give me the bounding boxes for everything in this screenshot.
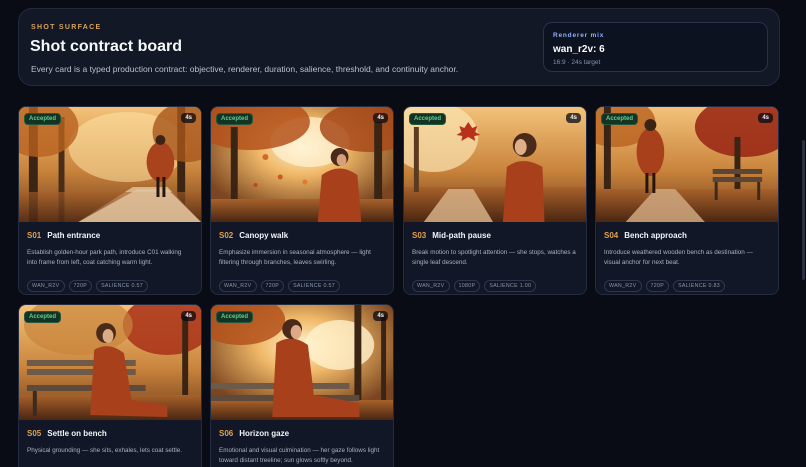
salience-chip: SALIENCE 0.83 (673, 280, 725, 292)
status-badge: Accepted (24, 311, 62, 323)
salience-chip: SALIENCE 0.57 (96, 280, 148, 292)
status-badge: Accepted (409, 113, 447, 125)
renderer-chip: WAN_R2V (412, 280, 450, 292)
shot-description: Introduce weathered wooden bench as dest… (604, 249, 753, 266)
shot-thumbnail: Accepted 4s (211, 305, 393, 420)
duration-badge: 4s (181, 311, 196, 321)
renderer-mix-target: 16:9 · 24s target (553, 59, 601, 66)
shot-name: Settle on bench (47, 429, 107, 438)
status-badge: Accepted (24, 113, 62, 125)
shot-id: S06 (219, 429, 234, 438)
resolution-chip: 1080P (453, 280, 481, 292)
shot-title: S03 Mid-path pause (412, 231, 578, 240)
shot-id: S03 (412, 231, 427, 240)
duration-badge: 4s (373, 113, 388, 123)
status-badge: Accepted (216, 311, 254, 323)
shot-name: Bench approach (624, 231, 687, 240)
shot-description: Emotional and visual culmination — her g… (219, 447, 380, 464)
shot-chips: WAN_R2V 720P SALIENCE 0.57 (219, 280, 385, 292)
shot-card-s05[interactable]: Accepted 4s S05 Settle on bench Physical … (18, 304, 202, 467)
shot-description: Physical grounding — she sits, exhales, … (27, 447, 183, 454)
shot-name: Mid-path pause (432, 231, 491, 240)
shot-thumbnail: Accepted 4s (19, 107, 201, 222)
shot-title: S02 Canopy walk (219, 231, 385, 240)
shot-description: Establish golden-hour park path, introdu… (27, 249, 182, 266)
shot-id: S04 (604, 231, 619, 240)
page-subtitle: Every card is a typed production contrac… (31, 64, 459, 74)
shot-card-s03[interactable]: Accepted 4s S03 Mid-path pause Break moti… (403, 106, 587, 295)
shot-name: Canopy walk (239, 231, 289, 240)
shot-chips: WAN_R2V 720P SALIENCE 0.57 (27, 280, 193, 292)
duration-badge: 4s (373, 311, 388, 321)
shot-id: S05 (27, 429, 42, 438)
shot-card-s01[interactable]: Accepted 4s S01 Path entrance Establish g… (18, 106, 202, 295)
salience-chip: SALIENCE 1.00 (484, 280, 537, 292)
renderer-chip: WAN_R2V (219, 280, 257, 292)
page-title: Shot contract board (30, 38, 183, 55)
shot-title: S04 Bench approach (604, 231, 770, 240)
resolution-chip: 720P (260, 280, 285, 292)
page-scrollbar[interactable] (802, 140, 805, 280)
shot-title: S01 Path entrance (27, 231, 193, 240)
shot-title: S05 Settle on bench (27, 429, 193, 438)
shot-chips: WAN_R2V 720P SALIENCE 0.83 (604, 280, 770, 292)
shot-name: Horizon gaze (239, 429, 290, 438)
resolution-chip: 720P (68, 280, 93, 292)
salience-chip: SALIENCE 0.57 (288, 280, 340, 292)
shot-title: S06 Horizon gaze (219, 429, 385, 438)
shot-thumbnail: Accepted 4s (404, 107, 586, 222)
shot-description: Emphasize immersion in seasonal atmosphe… (219, 249, 371, 266)
shot-thumbnail: Accepted 4s (19, 305, 201, 420)
renderer-chip: WAN_R2V (604, 280, 642, 292)
shot-thumbnail: Accepted 4s (211, 107, 393, 222)
status-badge: Accepted (601, 113, 639, 125)
resolution-chip: 720P (645, 280, 670, 292)
renderer-mix-value: wan_r2v: 6 (553, 44, 605, 55)
shot-card-s02[interactable]: Accepted 4s S02 Canopy walk Emphasize imm… (210, 106, 394, 295)
renderer-mix-label: Renderer mix (553, 32, 605, 39)
shot-thumbnail: Accepted 4s (596, 107, 778, 222)
shot-name: Path entrance (47, 231, 101, 240)
shot-card-s06[interactable]: Accepted 4s S06 Horizon gaze Emotional an… (210, 304, 394, 467)
duration-badge: 4s (566, 113, 581, 123)
shot-id: S02 (219, 231, 234, 240)
duration-badge: 4s (758, 113, 773, 123)
shot-card-s04[interactable]: Accepted 4s S04 Bench approach Introduce … (595, 106, 779, 295)
shot-chips: WAN_R2V 1080P SALIENCE 1.00 (412, 280, 578, 292)
duration-badge: 4s (181, 113, 196, 123)
section-kicker: SHOT SURFACE (31, 24, 102, 31)
shot-id: S01 (27, 231, 42, 240)
renderer-mix-panel: Renderer mix wan_r2v: 6 16:9 · 24s targe… (543, 22, 768, 72)
shot-surface-header: SHOT SURFACE Shot contract board Every c… (18, 8, 780, 86)
shot-description: Break motion to spotlight attention — sh… (412, 249, 576, 266)
status-badge: Accepted (216, 113, 254, 125)
renderer-chip: WAN_R2V (27, 280, 65, 292)
